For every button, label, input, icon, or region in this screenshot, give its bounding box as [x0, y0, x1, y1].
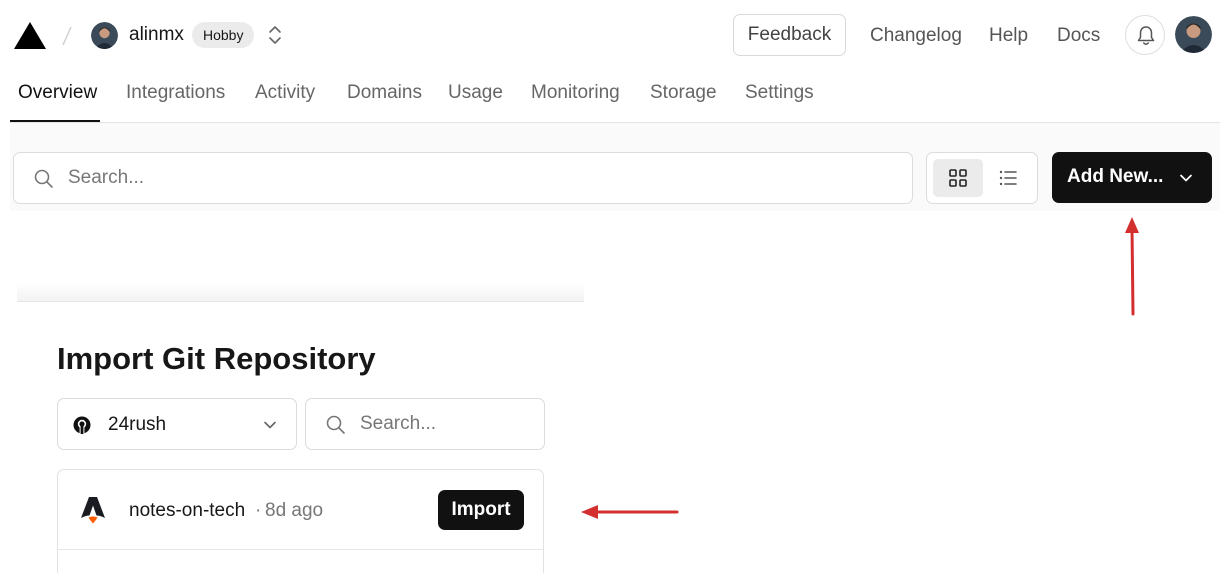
tab-overview[interactable]: Overview — [18, 82, 97, 104]
view-toggle — [926, 152, 1038, 204]
grid-view-button[interactable] — [933, 159, 983, 197]
annotation-arrow-left-icon — [581, 505, 679, 519]
tab-domains[interactable]: Domains — [347, 82, 422, 104]
plan-badge: Hobby — [192, 22, 255, 48]
tab-monitoring[interactable]: Monitoring — [531, 82, 620, 104]
dashboard-page: alinmx Hobby Feedback Changelog Help Doc… — [0, 0, 1229, 573]
astro-icon — [81, 497, 105, 524]
team-avatar[interactable] — [91, 22, 118, 49]
tab-storage[interactable]: Storage — [650, 82, 717, 104]
chevron-down-icon — [264, 421, 276, 429]
changelog-link[interactable]: Changelog — [870, 25, 962, 47]
chevron-down-icon — [1180, 174, 1192, 182]
breadcrumb-slash-icon — [62, 26, 72, 46]
card-top-edge — [17, 282, 584, 302]
search-icon — [34, 169, 53, 188]
chevron-up-down-icon[interactable] — [266, 23, 284, 47]
tab-usage[interactable]: Usage — [448, 82, 503, 104]
tab-integrations[interactable]: Integrations — [126, 82, 225, 104]
list-icon — [999, 170, 1017, 186]
add-new-button[interactable]: Add New... — [1052, 152, 1212, 203]
top-header: alinmx Hobby Feedback Changelog Help Doc… — [0, 0, 1229, 68]
project-tabs: Overview Integrations Activity Domains U… — [0, 68, 1229, 123]
notifications-button[interactable] — [1125, 15, 1165, 55]
project-search-box[interactable] — [13, 152, 913, 204]
docs-link[interactable]: Docs — [1057, 25, 1100, 47]
team-name[interactable]: alinmx — [129, 24, 184, 46]
tab-activity[interactable]: Activity — [255, 82, 315, 104]
git-scope-label: 24rush — [108, 414, 167, 435]
repo-separator: · — [255, 500, 262, 521]
repo-updated-time: 8d ago — [265, 500, 324, 521]
feedback-button[interactable]: Feedback — [733, 14, 846, 56]
user-avatar[interactable] — [1175, 16, 1212, 53]
list-view-button[interactable] — [983, 159, 1033, 197]
import-card-title: Import Git Repository — [57, 341, 376, 376]
import-button[interactable]: Import — [438, 490, 524, 530]
grid-icon — [949, 169, 967, 187]
projects-toolbar: Add New... — [10, 123, 1220, 211]
vercel-logo-icon[interactable] — [14, 22, 46, 49]
repo-search-box[interactable] — [305, 398, 545, 450]
repo-search-input[interactable] — [360, 409, 536, 439]
add-new-label: Add New... — [1067, 166, 1164, 187]
repo-list: notes-on-tech · 8d ago Import — [57, 469, 544, 573]
git-scope-select[interactable]: 24rush — [57, 398, 297, 450]
github-icon — [73, 416, 91, 434]
help-link[interactable]: Help — [989, 25, 1028, 47]
annotation-arrow-up-icon — [1125, 217, 1139, 316]
tab-settings[interactable]: Settings — [745, 82, 814, 104]
repo-row: notes-on-tech · 8d ago Import — [58, 470, 543, 550]
repo-name: notes-on-tech — [129, 500, 246, 521]
bell-icon — [1137, 26, 1155, 45]
project-search-input[interactable] — [68, 163, 888, 193]
search-icon — [326, 415, 345, 434]
